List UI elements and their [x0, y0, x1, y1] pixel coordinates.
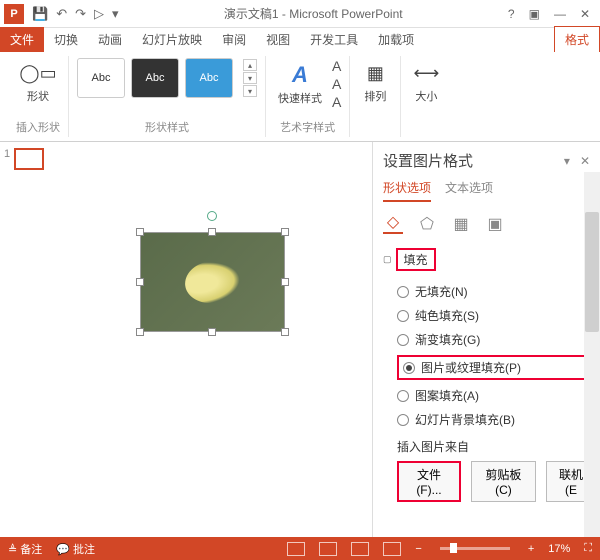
- resize-handle[interactable]: [136, 278, 144, 286]
- rotate-handle[interactable]: [207, 211, 217, 221]
- effects-icon[interactable]: ⬠: [417, 214, 437, 234]
- quick-styles-button[interactable]: A 快速样式: [274, 60, 326, 108]
- expand-icon[interactable]: ▢: [383, 254, 392, 265]
- window-title: 演示文稿1 - Microsoft PowerPoint: [119, 5, 508, 22]
- view-slideshow-icon[interactable]: [383, 542, 401, 556]
- help-icon[interactable]: ?: [508, 7, 515, 21]
- arrange-button[interactable]: ▦ 排列: [358, 58, 392, 106]
- quick-styles-icon: A: [287, 62, 313, 88]
- group-wordart-styles: 艺术字样式: [280, 119, 335, 135]
- arrange-icon: ▦: [362, 60, 388, 86]
- pane-title: 设置图片格式: [383, 150, 473, 171]
- pane-dropdown-icon[interactable]: ▾: [564, 154, 570, 168]
- tab-review[interactable]: 审阅: [212, 27, 256, 52]
- resize-handle[interactable]: [136, 328, 144, 336]
- radio-no-fill[interactable]: 无填充(N): [397, 283, 596, 300]
- shape-style-3[interactable]: Abc: [185, 58, 233, 98]
- tab-slideshow[interactable]: 幻灯片放映: [132, 27, 212, 52]
- comments-button[interactable]: 💬 批注: [56, 541, 95, 557]
- picture-icon[interactable]: ▣: [485, 214, 505, 234]
- ribbon-tabs: 文件 切换 动画 幻灯片放映 审阅 视图 开发工具 加载项 格式: [0, 28, 600, 52]
- zoom-slider[interactable]: [440, 547, 510, 550]
- slide-thumb-1[interactable]: [14, 148, 44, 170]
- fill-line-icon[interactable]: ◇: [383, 214, 403, 234]
- insert-file-button[interactable]: 文件(F)...: [397, 461, 461, 502]
- pane-tab-text[interactable]: 文本选项: [445, 179, 493, 202]
- view-reading-icon[interactable]: [351, 542, 369, 556]
- tab-addins[interactable]: 加载项: [368, 27, 424, 52]
- view-sorter-icon[interactable]: [319, 542, 337, 556]
- tab-developer[interactable]: 开发工具: [300, 27, 368, 52]
- view-normal-icon[interactable]: [287, 542, 305, 556]
- size-button[interactable]: ⟷ 大小: [409, 58, 443, 106]
- shape-style-2[interactable]: Abc: [131, 58, 179, 98]
- resize-handle[interactable]: [136, 228, 144, 236]
- section-fill[interactable]: 填充: [396, 248, 436, 271]
- shapes-button[interactable]: ◯▭ 形状: [21, 58, 55, 106]
- slide-thumbnails: 1: [0, 142, 52, 537]
- text-outline-icon[interactable]: A: [332, 76, 341, 92]
- format-picture-pane: 设置图片格式 ▾ ✕ 形状选项 文本选项 ◇ ⬠ ▦ ▣ ▢ 填充 无填充(N)…: [372, 142, 600, 537]
- size-props-icon[interactable]: ▦: [451, 214, 471, 234]
- insert-clipboard-button[interactable]: 剪贴板(C): [471, 461, 536, 502]
- radio-picture-fill[interactable]: 图片或纹理填充(P): [397, 355, 596, 380]
- ribbon: ◯▭ 形状 插入形状 Abc Abc Abc ▴▾▾ 形状样式 A 快速样式 A…: [0, 52, 600, 142]
- tab-format[interactable]: 格式: [554, 26, 600, 52]
- picture-content: [182, 257, 242, 306]
- tab-animations[interactable]: 动画: [88, 27, 132, 52]
- save-icon[interactable]: 💾: [32, 6, 48, 22]
- radio-solid-fill[interactable]: 纯色填充(S): [397, 307, 596, 324]
- resize-handle[interactable]: [281, 328, 289, 336]
- slideshow-icon[interactable]: ▷: [94, 6, 104, 22]
- size-icon: ⟷: [413, 60, 439, 86]
- status-bar: ≜ 备注 💬 批注 − + 17% ⛶: [0, 537, 600, 560]
- slide-canvas[interactable]: [52, 142, 372, 537]
- radio-pattern-fill[interactable]: 图案填充(A): [397, 387, 596, 404]
- shape-style-1[interactable]: Abc: [77, 58, 125, 98]
- fit-to-window-icon[interactable]: ⛶: [584, 542, 592, 555]
- group-insert-shapes: 插入形状: [16, 119, 60, 135]
- pane-close-icon[interactable]: ✕: [580, 154, 590, 168]
- ribbon-options-icon[interactable]: ▣: [529, 7, 540, 21]
- minimize-icon[interactable]: —: [554, 7, 566, 21]
- selected-picture[interactable]: [140, 232, 285, 332]
- radio-slidebg-fill[interactable]: 幻灯片背景填充(B): [397, 411, 596, 428]
- app-icon: P: [4, 4, 24, 24]
- text-effects-icon[interactable]: A: [332, 94, 341, 110]
- zoom-level[interactable]: 17%: [548, 543, 570, 555]
- close-icon[interactable]: ✕: [580, 7, 590, 21]
- group-shape-styles: 形状样式: [145, 119, 189, 135]
- pane-scrollbar[interactable]: [584, 172, 600, 537]
- zoom-in-button[interactable]: +: [528, 543, 534, 555]
- zoom-out-button[interactable]: −: [415, 543, 421, 555]
- resize-handle[interactable]: [281, 278, 289, 286]
- style-gallery-more[interactable]: ▴▾▾: [243, 59, 257, 97]
- pane-tab-shape[interactable]: 形状选项: [383, 179, 431, 202]
- text-fill-icon[interactable]: A: [332, 58, 341, 74]
- redo-icon[interactable]: ↷: [75, 6, 86, 22]
- tab-file[interactable]: 文件: [0, 27, 44, 52]
- thumb-number: 1: [4, 148, 10, 160]
- resize-handle[interactable]: [208, 328, 216, 336]
- resize-handle[interactable]: [281, 228, 289, 236]
- radio-gradient-fill[interactable]: 渐变填充(G): [397, 331, 596, 348]
- undo-icon[interactable]: ↶: [56, 6, 67, 22]
- tab-transitions[interactable]: 切换: [44, 27, 88, 52]
- notes-button[interactable]: ≜ 备注: [8, 541, 42, 557]
- shapes-icon: ◯▭: [25, 60, 51, 86]
- tab-view[interactable]: 视图: [256, 27, 300, 52]
- resize-handle[interactable]: [208, 228, 216, 236]
- insert-picture-from-label: 插入图片来自: [397, 438, 596, 455]
